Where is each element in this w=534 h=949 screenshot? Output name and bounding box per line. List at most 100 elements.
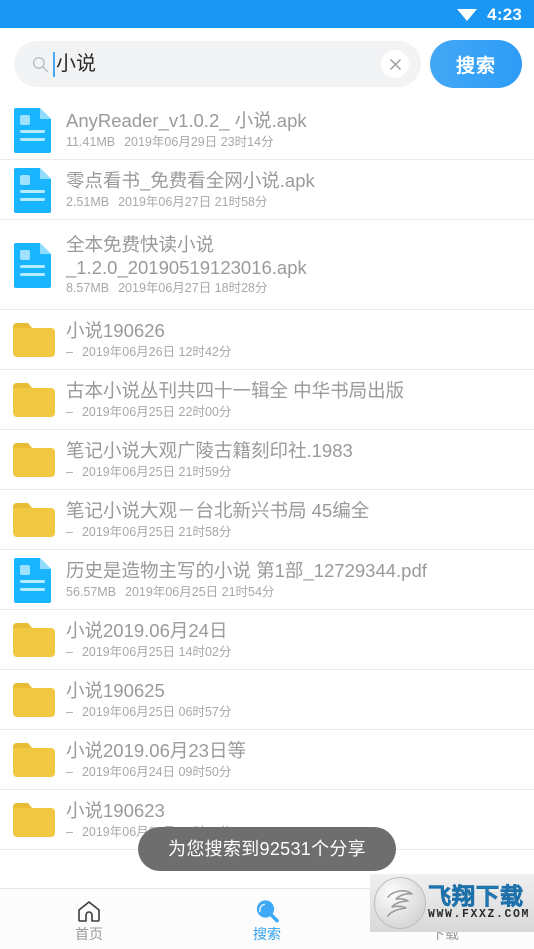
list-item[interactable]: 零点看书_免费看全网小说.apk 2.51MB 2019年06月27日 21时58… (0, 160, 534, 220)
file-icon (10, 242, 56, 288)
list-item-meta: 56.57MB 2019年06月25日 21时54分 (66, 585, 520, 600)
search-icon (32, 56, 49, 73)
list-item-size: – (66, 644, 73, 659)
list-item-meta: 8.57MB 2019年06月27日 18时28分 (66, 281, 520, 296)
folder-icon (10, 677, 56, 723)
app-screen: 4:23 小说 搜索 AnyReader_v1.0.2_ 小说.apk 11.4… (0, 0, 534, 949)
list-item-date: 2019年06月25日 21时59分 (81, 464, 232, 479)
list-item-size: 11.41MB (66, 134, 116, 149)
folder-icon (10, 437, 56, 483)
watermark-text: 飞翔下载 WWW.FXXZ.COM (428, 883, 534, 923)
search-results-list[interactable]: AnyReader_v1.0.2_ 小说.apk 11.41MB 2019年06月… (0, 100, 534, 888)
list-item-meta: –2019年06月25日 14时02分 (66, 645, 520, 660)
list-item-date: 2019年06月25日 21时54分 (125, 584, 275, 599)
list-item-meta: –2019年06月26日 12时42分 (66, 345, 520, 360)
list-item-size: 56.57MB (66, 584, 117, 599)
list-item-meta: –2019年06月25日 21时58分 (66, 525, 520, 540)
list-item-title: 全本免费快读小说 _1.2.0_20190519123016.apk (66, 233, 307, 278)
folder-icon (10, 797, 56, 843)
status-bar-right: 4:23 (456, 6, 522, 23)
status-bar-clock: 4:23 (487, 4, 522, 24)
list-item-size: 2.51MB (66, 194, 110, 209)
nav-label-search: 搜索 (253, 925, 281, 942)
list-item-body: 全本免费快读小说 _1.2.0_20190519123016.apk 8.57M… (66, 233, 520, 297)
nav-label-home: 首页 (75, 925, 103, 942)
list-item-body: 小说2019.06月24日 –2019年06月25日 14时02分 (66, 619, 520, 659)
nav-item-home[interactable]: 首页 (0, 889, 178, 949)
list-item[interactable]: 小说190626 –2019年06月26日 12时42分 (0, 310, 534, 370)
list-item-size: – (66, 464, 73, 479)
file-icon (10, 167, 56, 213)
search-icon (254, 898, 280, 924)
list-item-date: 2019年06月26日 12时42分 (81, 344, 232, 359)
list-item[interactable]: 小说2019.06月24日 –2019年06月25日 14时02分 (0, 610, 534, 670)
file-icon (10, 107, 56, 153)
list-item-title: 小说2019.06月23日等 (66, 740, 246, 762)
list-item-body: 小说2019.06月23日等 –2019年06月24日 09时50分 (66, 739, 520, 779)
list-item-meta: 11.41MB 2019年06月29日 23时14分 (66, 135, 520, 150)
nav-item-search[interactable]: 搜索 (178, 889, 356, 949)
list-item-date: 2019年06月25日 21时58分 (81, 524, 232, 539)
list-item[interactable]: 小说190625 –2019年06月25日 06时57分 (0, 670, 534, 730)
folder-icon (10, 737, 56, 783)
list-item-title: 小说190625 (66, 680, 165, 702)
list-item-body: 小说190626 –2019年06月26日 12时42分 (66, 319, 520, 359)
list-item-title: 历史是造物主写的小说 第1部_12729344.pdf (66, 560, 427, 582)
list-item-meta: 2.51MB 2019年06月27日 21时58分 (66, 195, 520, 210)
list-item-date: 2019年06月27日 18时28分 (118, 281, 268, 296)
list-item[interactable]: 全本免费快读小说 _1.2.0_20190519123016.apk 8.57M… (0, 220, 534, 310)
clear-search-button[interactable] (381, 50, 409, 78)
search-submit-button[interactable]: 搜索 (430, 40, 522, 88)
folder-icon (10, 377, 56, 423)
list-item-body: 历史是造物主写的小说 第1部_12729344.pdf 56.57MB 2019年… (66, 559, 520, 599)
list-item-body: AnyReader_v1.0.2_ 小说.apk 11.41MB 2019年06月… (66, 109, 520, 149)
toast-message: 为您搜索到92531个分享 (138, 827, 396, 871)
search-bar: 小说 搜索 (0, 28, 534, 100)
list-item-title: 小说190626 (66, 320, 165, 342)
list-item-title: 小说2019.06月24日 (66, 620, 228, 642)
list-item-size: – (66, 344, 73, 359)
search-input[interactable]: 小说 (14, 41, 421, 87)
list-item-date: 2019年06月29日 23时14分 (124, 134, 274, 149)
list-item-size: – (66, 524, 73, 539)
list-item-meta: –2019年06月25日 06时57分 (66, 705, 520, 720)
list-item-size: – (66, 764, 73, 779)
list-item-body: 笔记小说大观广陵古籍刻印社.1983 –2019年06月25日 21时59分 (66, 439, 520, 479)
list-item-title: 笔记小说大观广陵古籍刻印社.1983 (66, 440, 353, 462)
list-item-date: 2019年06月24日 09时50分 (81, 764, 232, 779)
folder-icon (10, 617, 56, 663)
list-item-meta: –2019年06月25日 22时00分 (66, 405, 520, 420)
list-item-meta: –2019年06月25日 21时59分 (66, 465, 520, 480)
list-item[interactable]: 笔记小说大观－台北新兴书局 45编全 –2019年06月25日 21时58分 (0, 490, 534, 550)
list-item[interactable]: 古本小说丛刊共四十一辑全 中华书局出版 –2019年06月25日 22时00分 (0, 370, 534, 430)
list-item-title: 零点看书_免费看全网小说.apk (66, 170, 315, 192)
folder-icon (10, 317, 56, 363)
list-item[interactable]: 小说2019.06月23日等 –2019年06月24日 09时50分 (0, 730, 534, 790)
list-item-date: 2019年06月25日 06时57分 (81, 704, 232, 719)
list-item-title: 小说190623 (66, 800, 165, 822)
close-icon (389, 58, 402, 71)
list-item-date: 2019年06月25日 14时02分 (81, 644, 232, 659)
list-item-size: – (66, 704, 73, 719)
list-item-body: 零点看书_免费看全网小说.apk 2.51MB 2019年06月27日 21时58… (66, 169, 520, 209)
home-icon (76, 898, 102, 924)
status-bar: 4:23 (0, 0, 534, 28)
list-item[interactable]: 笔记小说大观广陵古籍刻印社.1983 –2019年06月25日 21时59分 (0, 430, 534, 490)
list-item-body: 小说190625 –2019年06月25日 06时57分 (66, 679, 520, 719)
list-item-title: AnyReader_v1.0.2_ 小说.apk (66, 110, 307, 132)
wifi-icon (456, 6, 478, 22)
search-input-value: 小说 (56, 53, 96, 75)
list-item-date: 2019年06月25日 22时00分 (81, 404, 232, 419)
file-icon (10, 557, 56, 603)
list-item[interactable]: 历史是造物主写的小说 第1部_12729344.pdf 56.57MB 2019年… (0, 550, 534, 610)
list-item-title: 古本小说丛刊共四十一辑全 中华书局出版 (66, 380, 405, 402)
watermark-url: WWW.FXXZ.COM (428, 907, 531, 921)
list-item-body: 古本小说丛刊共四十一辑全 中华书局出版 –2019年06月25日 22时00分 (66, 379, 520, 419)
watermark: 飞翔下载 WWW.FXXZ.COM (370, 874, 534, 932)
list-item-size: – (66, 824, 73, 839)
watermark-logo-icon (374, 877, 426, 929)
list-item-size: 8.57MB (66, 281, 110, 296)
list-item-date: 2019年06月27日 21时58分 (118, 194, 268, 209)
list-item[interactable]: AnyReader_v1.0.2_ 小说.apk 11.41MB 2019年06月… (0, 100, 534, 160)
list-item-meta: –2019年06月24日 09时50分 (66, 765, 520, 780)
